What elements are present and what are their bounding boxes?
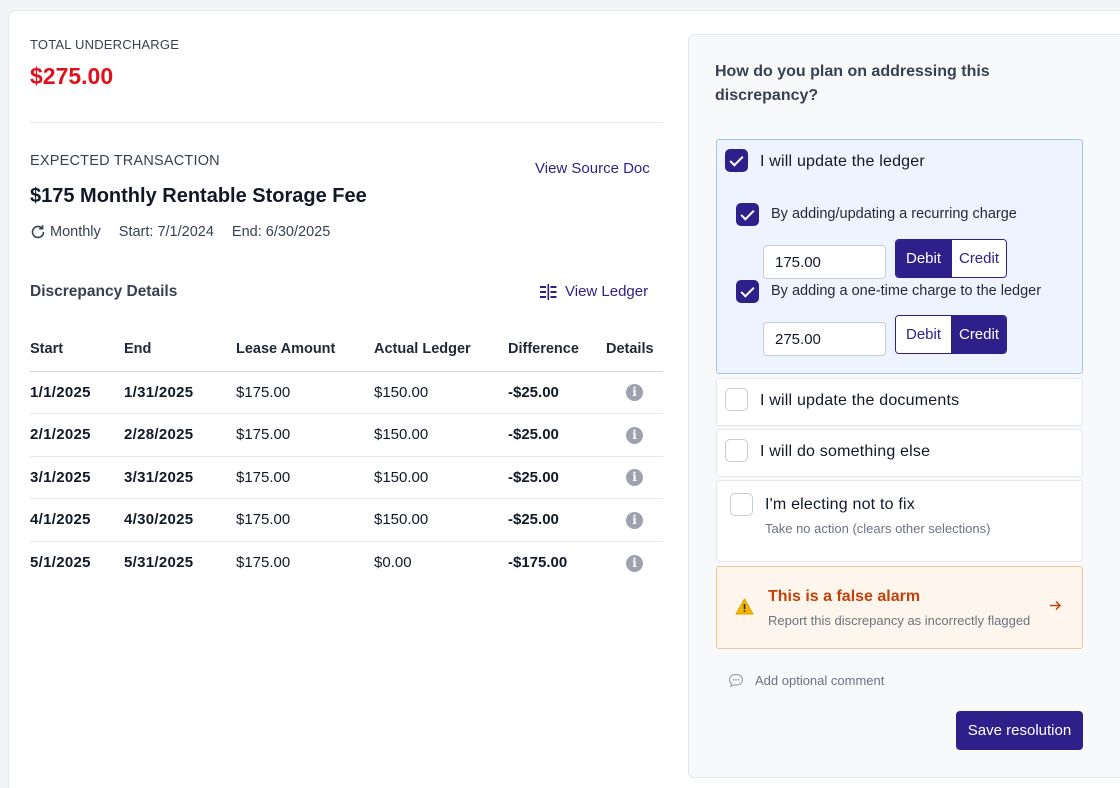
table-row: 4/1/2025 4/30/2025 $175.00 $150.00 -$25.… bbox=[30, 498, 663, 542]
one-time-amount-input[interactable] bbox=[763, 322, 886, 356]
end-date: End: 6/30/2025 bbox=[231, 224, 331, 240]
col-end: End bbox=[124, 328, 236, 372]
recurring-debit-button[interactable]: Debit bbox=[896, 240, 951, 277]
table-header-row: Start End Lease Amount Actual Ledger Dif… bbox=[30, 328, 663, 372]
one-time-debit-credit-toggle: Debit Credit bbox=[895, 315, 1007, 354]
row-actual: $150.00 bbox=[374, 371, 508, 414]
expected-transaction-label: EXPECTED TRANSACTION bbox=[30, 153, 220, 169]
one-time-credit-button[interactable]: Credit bbox=[951, 316, 1006, 353]
view-ledger-label: View Ledger bbox=[565, 283, 649, 300]
false-alarm-card[interactable] bbox=[716, 566, 1083, 649]
option-not-fix-label: I'm electing not to fix bbox=[765, 496, 915, 513]
row-details: i bbox=[606, 498, 663, 542]
col-lease-amount: Lease Amount bbox=[236, 328, 374, 372]
info-icon[interactable]: i bbox=[626, 426, 643, 444]
option-something-else-label: I will do something else bbox=[760, 443, 931, 460]
total-undercharge-label: TOTAL UNDERCHARGE bbox=[30, 37, 180, 52]
col-actual-ledger: Actual Ledger bbox=[374, 328, 508, 372]
total-undercharge-amount: $275.00 bbox=[30, 63, 114, 89]
row-lease: $175.00 bbox=[236, 371, 374, 414]
row-actual: $150.00 bbox=[374, 456, 508, 499]
resolution-question: How do you plan on addressing this discr… bbox=[715, 63, 990, 104]
checkbox-update-documents[interactable] bbox=[725, 388, 748, 411]
recurring-icon bbox=[30, 224, 46, 240]
table-row: 1/1/2025 1/31/2025 $175.00 $150.00 -$25.… bbox=[30, 371, 663, 414]
row-lease: $175.00 bbox=[236, 498, 374, 542]
row-details: i bbox=[606, 541, 663, 584]
transaction-title: $175 Monthly Rentable Storage Fee bbox=[30, 185, 367, 207]
option-not-fix-sublabel: Take no action (clears other selections) bbox=[765, 521, 991, 536]
info-icon[interactable]: i bbox=[626, 469, 643, 487]
row-start: 5/1/2025 bbox=[30, 554, 91, 571]
false-alarm-subtitle: Report this discrepancy as incorrectly f… bbox=[768, 613, 1031, 628]
arrow-right-icon bbox=[1049, 599, 1062, 617]
row-details: i bbox=[606, 413, 663, 457]
checkbox-something-else[interactable] bbox=[725, 439, 748, 462]
comment-icon bbox=[728, 673, 744, 688]
transaction-meta: Monthly Start: 7/1/2024 End: 6/30/2025 bbox=[30, 224, 330, 240]
row-end: 4/30/2025 bbox=[124, 498, 236, 542]
table-row: 2/1/2025 2/28/2025 $175.00 $150.00 -$25.… bbox=[30, 413, 663, 457]
row-end: 2/28/2025 bbox=[124, 413, 236, 457]
recurring-amount-input[interactable] bbox=[763, 245, 886, 279]
row-start: 1/1/2025 bbox=[30, 371, 124, 414]
row-lease: $175.00 bbox=[236, 413, 374, 457]
option-update-ledger-label: I will update the ledger bbox=[760, 153, 925, 170]
row-details: i bbox=[606, 371, 663, 414]
add-comment-label: Add optional comment bbox=[755, 673, 885, 688]
checkbox-not-fix[interactable] bbox=[730, 493, 753, 516]
add-comment-link[interactable]: Add optional comment bbox=[728, 673, 884, 688]
row-difference: -$25.00 bbox=[508, 371, 606, 414]
row-lease: $175.00 bbox=[236, 456, 374, 499]
table-row: 3/1/2025 3/31/2025 $175.00 $150.00 -$25.… bbox=[30, 456, 663, 499]
recurring-debit-credit-toggle: Debit Credit bbox=[895, 239, 1007, 278]
checkbox-recurring-charge[interactable] bbox=[736, 203, 759, 226]
row-difference: -$25.00 bbox=[508, 498, 606, 542]
option-update-documents-label: I will update the documents bbox=[760, 392, 960, 409]
start-date: Start: 7/1/2024 bbox=[118, 224, 214, 240]
row-start: 2/1/2025 bbox=[30, 413, 124, 457]
recurring-charge-label: By adding/updating a recurring charge bbox=[771, 206, 1017, 222]
discrepancy-details-title: Discrepancy Details bbox=[30, 283, 178, 300]
view-ledger-link[interactable]: View Ledger bbox=[539, 283, 648, 300]
row-details: i bbox=[606, 456, 663, 499]
save-resolution-button[interactable]: Save resolution bbox=[956, 711, 1083, 750]
col-start: Start bbox=[30, 328, 124, 372]
row-actual: $150.00 bbox=[374, 413, 508, 457]
discrepancy-table: Start End Lease Amount Actual Ledger Dif… bbox=[30, 328, 663, 584]
row-end: 3/31/2025 bbox=[124, 456, 236, 499]
view-source-doc-link[interactable]: View Source Doc bbox=[535, 160, 650, 177]
info-icon[interactable]: i bbox=[626, 511, 643, 529]
info-icon[interactable]: i bbox=[626, 554, 643, 572]
row-difference: -$25.00 bbox=[508, 456, 606, 499]
false-alarm-title: This is a false alarm bbox=[768, 588, 921, 605]
checkbox-one-time-charge[interactable] bbox=[736, 280, 759, 303]
one-time-debit-button[interactable]: Debit bbox=[896, 316, 951, 353]
row-difference: -$175.00 bbox=[508, 554, 568, 571]
ledger-icon bbox=[539, 283, 557, 300]
row-end: 5/31/2025 bbox=[124, 554, 194, 571]
row-start: 3/1/2025 bbox=[30, 456, 124, 499]
row-lease: $175.00 bbox=[236, 554, 291, 571]
row-actual: $150.00 bbox=[374, 498, 508, 542]
one-time-charge-label: By adding a one-time charge to the ledge… bbox=[771, 283, 1042, 299]
col-details: Details bbox=[606, 328, 663, 372]
col-difference: Difference bbox=[508, 328, 606, 372]
divider bbox=[30, 122, 663, 123]
recurring-credit-button[interactable]: Credit bbox=[951, 240, 1006, 277]
frequency: Monthly bbox=[50, 224, 101, 240]
warning-icon bbox=[735, 598, 754, 620]
checkbox-update-ledger[interactable] bbox=[725, 149, 748, 172]
row-end: 1/31/2025 bbox=[124, 371, 236, 414]
row-actual: $0.00 bbox=[374, 554, 412, 571]
row-start: 4/1/2025 bbox=[30, 498, 124, 542]
table-row: 5/1/2025 5/31/2025 $175.00 $0.00 -$175.0… bbox=[30, 541, 663, 584]
info-icon[interactable]: i bbox=[626, 384, 643, 402]
row-difference: -$25.00 bbox=[508, 413, 606, 457]
